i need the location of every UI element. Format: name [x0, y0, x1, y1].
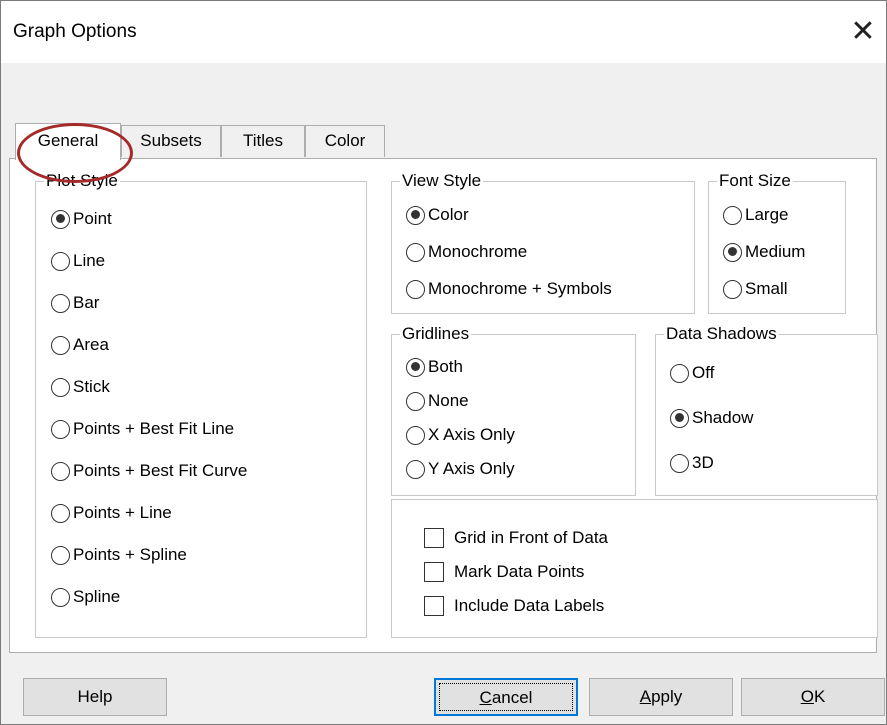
- radio-button[interactable]: [670, 453, 689, 473]
- radio-button[interactable]: [51, 209, 70, 229]
- plot-style-points-spline-option[interactable]: Points + Spline: [51, 545, 187, 565]
- font-size-small-option[interactable]: Small: [723, 279, 788, 299]
- close-icon[interactable]: ✕: [840, 11, 886, 53]
- radio-button[interactable]: [51, 335, 70, 355]
- plot-style-spline-option[interactable]: Spline: [51, 587, 120, 607]
- window-title: Graph Options: [13, 21, 137, 42]
- gridlines-both-option[interactable]: Both: [406, 357, 463, 377]
- radio-button[interactable]: [723, 242, 742, 262]
- cancel-button[interactable]: Cancel: [434, 678, 578, 716]
- tab-subsets[interactable]: Subsets: [121, 125, 221, 157]
- radio-button[interactable]: [406, 242, 425, 262]
- radio-button[interactable]: [51, 293, 70, 313]
- view-style-color-option[interactable]: Color: [406, 205, 469, 225]
- tab-color[interactable]: Color: [305, 125, 385, 157]
- include-data-labels-checkbox[interactable]: Include Data Labels: [424, 596, 604, 616]
- data-shadows-shadow-option[interactable]: Shadow: [670, 408, 753, 428]
- radio-button[interactable]: [406, 279, 425, 299]
- plot-style-group: Plot Style Point Line Bar Area Stick Poi…: [35, 171, 367, 638]
- plot-style-points-line-option[interactable]: Points + Line: [51, 503, 172, 523]
- title-bar[interactable]: Graph Options ✕: [1, 1, 886, 63]
- plot-style-area-option[interactable]: Area: [51, 335, 109, 355]
- radio-button[interactable]: [406, 459, 425, 479]
- dialog-client: General Subsets Titles Color Plot Style …: [9, 123, 878, 658]
- font-size-medium-option[interactable]: Medium: [723, 242, 805, 262]
- ok-button[interactable]: OK: [741, 678, 885, 716]
- mark-data-points-checkbox[interactable]: Mark Data Points: [424, 562, 584, 582]
- radio-button[interactable]: [406, 391, 425, 411]
- radio-button[interactable]: [670, 363, 689, 383]
- font-size-legend: Font Size: [717, 171, 793, 191]
- radio-button[interactable]: [51, 503, 70, 523]
- plot-style-stick-option[interactable]: Stick: [51, 377, 110, 397]
- general-tab-panel: Plot Style Point Line Bar Area Stick Poi…: [9, 158, 878, 653]
- gridlines-y-axis-only-option[interactable]: Y Axis Only: [406, 459, 515, 479]
- tab-general[interactable]: General: [15, 123, 121, 160]
- data-shadows-3d-option[interactable]: 3D: [670, 453, 714, 473]
- radio-button[interactable]: [670, 408, 689, 428]
- checkbox[interactable]: [424, 562, 444, 582]
- view-style-monochrome-symbols-option[interactable]: Monochrome + Symbols: [406, 279, 612, 299]
- gridlines-legend: Gridlines: [400, 324, 472, 344]
- apply-button[interactable]: Apply: [589, 678, 733, 716]
- options-checkbox-group: Grid in Front of Data Mark Data Points I…: [391, 499, 878, 638]
- gridlines-group: Gridlines Both None X Axis Only Y Axis O…: [391, 324, 636, 496]
- gridlines-x-axis-only-option[interactable]: X Axis Only: [406, 425, 515, 445]
- view-style-group: View Style Color Monochrome Monochrome +…: [391, 171, 695, 314]
- gridlines-none-option[interactable]: None: [406, 391, 469, 411]
- plot-style-legend: Plot Style: [44, 171, 120, 191]
- checkbox[interactable]: [424, 528, 444, 548]
- radio-button[interactable]: [723, 205, 742, 225]
- button-bar: Help Cancel Apply OK: [1, 658, 886, 724]
- font-size-large-option[interactable]: Large: [723, 205, 788, 225]
- radio-button[interactable]: [51, 587, 70, 607]
- radio-button[interactable]: [406, 425, 425, 445]
- radio-button[interactable]: [51, 461, 70, 481]
- data-shadows-legend: Data Shadows: [664, 324, 779, 344]
- radio-button[interactable]: [406, 357, 425, 377]
- plot-style-line-option[interactable]: Line: [51, 251, 105, 271]
- radio-button[interactable]: [406, 205, 425, 225]
- radio-button[interactable]: [51, 251, 70, 271]
- plot-style-points-best-fit-line-option[interactable]: Points + Best Fit Line: [51, 419, 234, 439]
- tab-strip: General Subsets Titles Color: [9, 123, 877, 183]
- plot-style-points-best-fit-curve-option[interactable]: Points + Best Fit Curve: [51, 461, 247, 481]
- grid-in-front-checkbox[interactable]: Grid in Front of Data: [424, 528, 608, 548]
- radio-button[interactable]: [51, 377, 70, 397]
- help-button[interactable]: Help: [23, 678, 167, 716]
- tab-titles[interactable]: Titles: [221, 125, 305, 157]
- toolbar-area: [1, 63, 886, 123]
- plot-style-bar-option[interactable]: Bar: [51, 293, 99, 313]
- checkbox[interactable]: [424, 596, 444, 616]
- data-shadows-group: Data Shadows Off Shadow 3D: [655, 324, 878, 496]
- font-size-group: Font Size Large Medium Small: [708, 171, 846, 314]
- radio-button[interactable]: [51, 545, 70, 565]
- view-style-legend: View Style: [400, 171, 484, 191]
- graph-options-dialog: Graph Options ✕ General Subsets Titles C…: [0, 0, 887, 725]
- data-shadows-off-option[interactable]: Off: [670, 363, 714, 383]
- radio-button[interactable]: [51, 419, 70, 439]
- radio-button[interactable]: [723, 279, 742, 299]
- view-style-monochrome-option[interactable]: Monochrome: [406, 242, 527, 262]
- plot-style-point-option[interactable]: Point: [51, 209, 112, 229]
